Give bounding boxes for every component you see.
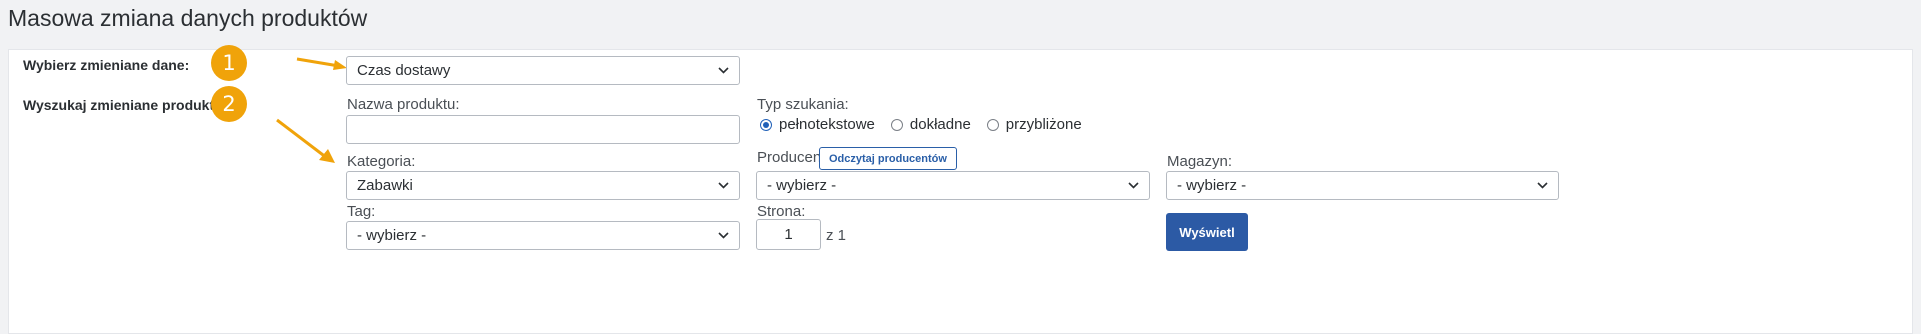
radio-fulltext[interactable]: pełnotekstowe <box>760 116 875 133</box>
chevron-down-icon <box>1127 180 1139 192</box>
radio-fulltext-label: pełnotekstowe <box>779 116 875 133</box>
warehouse-select-value: - wybierz - <box>1177 177 1247 194</box>
data-type-select[interactable]: Czas dostawy <box>346 56 740 85</box>
product-name-label: Nazwa produktu: <box>347 96 460 113</box>
radio-approximate[interactable]: przybliżone <box>986 116 1082 133</box>
search-products-label: Wyszukaj zmieniane produkty: <box>23 97 227 113</box>
tag-select[interactable]: - wybierz - <box>346 221 740 250</box>
producer-select-value: - wybierz - <box>767 177 837 194</box>
mass-edit-panel: Wybierz zmieniane dane: 1 Czas dostawy W… <box>8 45 1913 334</box>
category-select-value: Zabawki <box>357 177 413 194</box>
product-name-input[interactable] <box>346 115 740 144</box>
radio-exact-label: dokładne <box>909 116 971 133</box>
chevron-down-icon <box>1536 180 1548 192</box>
radio-approximate-label: przybliżone <box>1005 116 1082 133</box>
step-2-badge: 2 <box>211 86 247 122</box>
chevron-down-icon <box>717 180 729 192</box>
arrow-pointer-icon <box>276 118 335 163</box>
radio-circle[interactable] <box>890 118 903 131</box>
step-1-badge: 1 <box>211 45 247 81</box>
radio-circle[interactable] <box>986 118 999 131</box>
chevron-down-icon <box>717 230 729 242</box>
category-label: Kategoria: <box>347 153 416 170</box>
radio-circle[interactable] <box>760 118 772 131</box>
page-label: Strona: <box>757 203 806 220</box>
data-type-select-value: Czas dostawy <box>357 62 451 79</box>
read-producers-button[interactable]: Odczytaj producentów <box>819 147 957 170</box>
page-title: Masowa zmiana danych produktów <box>8 5 368 31</box>
tag-label: Tag: <box>347 203 376 220</box>
page-total-text: z 1 <box>826 227 847 244</box>
select-data-label: Wybierz zmieniane dane: <box>23 57 190 73</box>
page-number-input[interactable]: 1 <box>756 219 821 250</box>
show-button[interactable]: Wyświetl <box>1166 213 1248 251</box>
producer-select[interactable]: - wybierz - <box>756 171 1150 200</box>
arrow-pointer-icon <box>296 57 347 70</box>
category-select[interactable]: Zabawki <box>346 171 740 200</box>
warehouse-label: Magazyn: <box>1167 153 1233 170</box>
search-type-label: Typ szukania: <box>757 96 849 113</box>
warehouse-select[interactable]: - wybierz - <box>1166 171 1559 200</box>
tag-select-value: - wybierz - <box>357 227 427 244</box>
chevron-down-icon <box>717 65 729 77</box>
search-type-radio-group: pełnotekstowe dokładne przybliżone <box>760 116 1098 133</box>
radio-exact[interactable]: dokładne <box>890 116 971 133</box>
